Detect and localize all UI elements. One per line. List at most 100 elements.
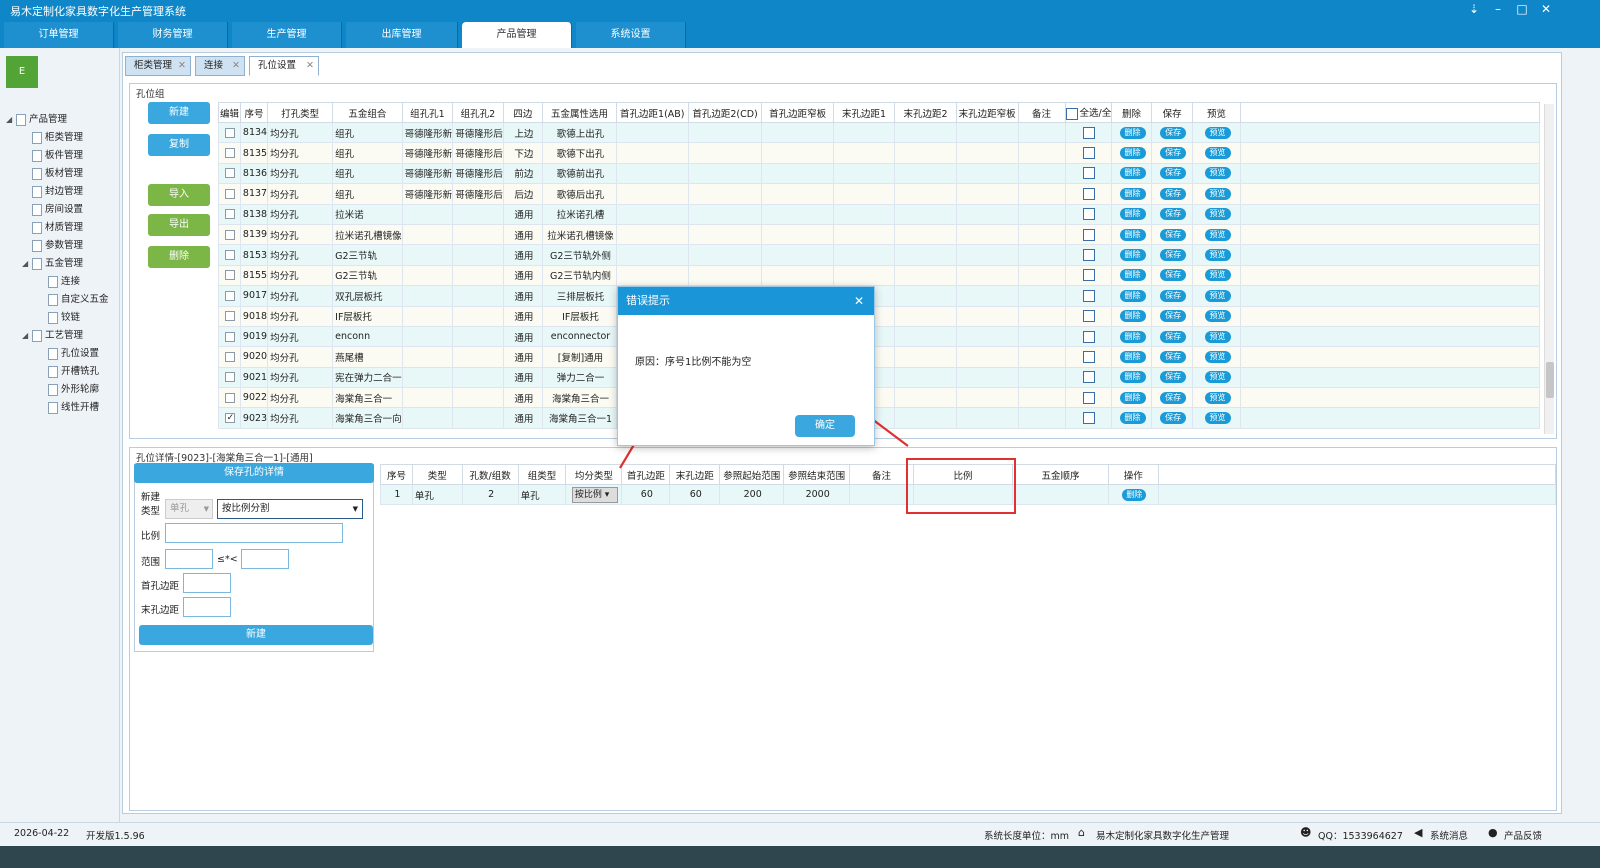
save-row-button[interactable]: 保存	[1160, 310, 1187, 323]
close-tab-icon[interactable]: ✕	[178, 57, 186, 75]
grid-scrollbar[interactable]	[1544, 104, 1554, 434]
row-select-checkbox[interactable]	[1083, 350, 1096, 363]
row-select-checkbox[interactable]	[1083, 208, 1096, 221]
scrollbar-thumb[interactable]	[1546, 362, 1554, 398]
close-tab-icon[interactable]: ✕	[306, 57, 314, 75]
preview-row-button[interactable]: 预览	[1204, 228, 1231, 241]
preview-row-button[interactable]: 预览	[1204, 187, 1231, 200]
maximize-button[interactable]: □	[1512, 2, 1532, 16]
system-messages-link[interactable]: 系统消息	[1430, 828, 1468, 842]
tree-item[interactable]: 封边管理	[22, 184, 83, 200]
tree-item[interactable]: ◢ 工艺管理	[22, 328, 83, 344]
row-select-checkbox[interactable]	[1083, 330, 1096, 343]
delete-row-button[interactable]: 删除	[1119, 249, 1146, 262]
preview-row-button[interactable]: 预览	[1204, 350, 1231, 363]
save-row-button[interactable]: 保存	[1160, 167, 1187, 180]
nav-tab-settings[interactable]: 系统设置	[576, 22, 686, 48]
tree-item[interactable]: 参数管理	[22, 238, 83, 254]
row-select-checkbox[interactable]	[1083, 167, 1096, 180]
save-row-button[interactable]: 保存	[1160, 147, 1187, 160]
delete-button[interactable]: 删除	[148, 246, 210, 268]
tree-item[interactable]: 材质管理	[22, 220, 83, 236]
row-edit-checkbox[interactable]	[225, 148, 236, 159]
save-row-button[interactable]: 保存	[1160, 208, 1187, 221]
tree-item[interactable]: 线性开槽	[38, 400, 99, 416]
hole-type-select[interactable]: 单孔 ▼	[165, 499, 213, 519]
delete-row-button[interactable]: 删除	[1119, 167, 1146, 180]
table-row[interactable]: 9018 均分孔 IF层板托 通用 IF层板托 删除 保存 预览	[218, 305, 1540, 327]
row-select-checkbox[interactable]	[1083, 391, 1096, 404]
table-row[interactable]: ✓ 9023 均分孔 海棠角三合一向 通用 海棠角三合一1 删除 保存 预览	[218, 407, 1540, 429]
table-row[interactable]: 8153 均分孔 G2三节轨 通用 G2三节轨外侧 删除 保存 预览	[218, 244, 1540, 266]
copy-button[interactable]: 复制	[148, 134, 210, 156]
tree-item[interactable]: 连接	[38, 274, 80, 290]
row-select-checkbox[interactable]	[1083, 289, 1096, 302]
table-row[interactable]: 8136 均分孔 组孔 哥德隆形新 哥德隆形后 前边 歌德前出孔 删除 保存 预览	[218, 162, 1540, 185]
table-row[interactable]: 8139 均分孔 拉米诺孔槽镜像 通用 拉米诺孔槽镜像 删除 保存 预览	[218, 223, 1540, 246]
save-row-button[interactable]: 保存	[1160, 228, 1187, 241]
tree-item[interactable]: 孔位设置	[38, 346, 99, 362]
expand-toggle-icon[interactable]: ◢	[22, 328, 32, 344]
nav-tab-production[interactable]: 生产管理	[232, 22, 342, 48]
table-row[interactable]: 8137 均分孔 组孔 哥德隆形新 哥德隆形后 后边 歌德后出孔 删除 保存 预览	[218, 183, 1540, 205]
tree-item[interactable]: 板件管理	[22, 148, 83, 164]
select-all-checkbox[interactable]	[1066, 107, 1078, 120]
close-window-button[interactable]: ✕	[1536, 2, 1556, 16]
delete-row-button[interactable]: 删除	[1119, 310, 1146, 323]
row-edit-checkbox[interactable]	[225, 392, 236, 403]
delete-row-button[interactable]: 删除	[1119, 412, 1146, 425]
row-select-checkbox[interactable]	[1083, 412, 1096, 425]
preview-row-button[interactable]: 预览	[1204, 289, 1231, 302]
preview-row-button[interactable]: 预览	[1204, 310, 1231, 323]
row-edit-checkbox[interactable]	[225, 188, 236, 199]
delete-row-button[interactable]: 删除	[1119, 228, 1146, 241]
row-edit-checkbox[interactable]	[225, 270, 236, 281]
create-hole-button[interactable]: 新建	[139, 625, 373, 645]
row-edit-checkbox[interactable]	[225, 209, 236, 220]
save-row-button[interactable]: 保存	[1160, 412, 1187, 425]
preview-row-button[interactable]: 预览	[1204, 371, 1231, 384]
split-method-select[interactable]: 按比例分割 ▼	[217, 499, 363, 519]
first-margin-input[interactable]	[183, 573, 231, 593]
save-detail-button[interactable]: 保存孔的详情	[134, 463, 374, 483]
nav-tab-outbound[interactable]: 出库管理	[346, 22, 458, 48]
delete-row-button[interactable]: 删除	[1119, 269, 1146, 282]
tree-item[interactable]: 柜类管理	[22, 130, 83, 146]
table-row[interactable]: 8138 均分孔 拉米诺 通用 拉米诺孔槽 删除 保存 预览	[218, 203, 1540, 225]
nav-tab-orders[interactable]: 订单管理	[4, 22, 114, 48]
row-edit-checkbox[interactable]	[225, 229, 236, 240]
close-tab-icon[interactable]: ✕	[232, 57, 240, 75]
delete-row-button[interactable]: 删除	[1119, 371, 1146, 384]
table-row[interactable]: 9017 均分孔 双孔层板托 通用 三排层板托 删除 保存 预览	[218, 285, 1540, 307]
table-row[interactable]: 9020 均分孔 燕尾槽 通用 [复制]通用 删除 保存 预览	[218, 346, 1540, 368]
row-select-checkbox[interactable]	[1083, 147, 1096, 160]
save-row-button[interactable]: 保存	[1160, 330, 1187, 343]
row-edit-checkbox[interactable]: ✓	[225, 413, 236, 424]
ok-button[interactable]: 确定	[795, 415, 855, 437]
delete-row-button[interactable]: 删除	[1119, 147, 1146, 160]
expand-toggle-icon[interactable]: ◢	[6, 112, 16, 128]
row-edit-checkbox[interactable]	[225, 250, 236, 261]
tree-item[interactable]: 自定义五金	[38, 292, 109, 308]
preview-row-button[interactable]: 预览	[1204, 330, 1231, 343]
delete-row-button[interactable]: 删除	[1119, 126, 1146, 139]
row-select-checkbox[interactable]	[1083, 269, 1096, 282]
save-row-button[interactable]: 保存	[1160, 289, 1187, 302]
save-row-button[interactable]: 保存	[1160, 269, 1187, 282]
row-edit-checkbox[interactable]	[225, 127, 236, 138]
delete-row-button[interactable]: 删除	[1119, 289, 1146, 302]
table-row[interactable]: 8134 均分孔 组孔 哥德隆形新 哥德隆形后 上边 歌德上出孔 删除 保存 预览	[218, 121, 1540, 144]
save-row-button[interactable]: 保存	[1160, 126, 1187, 139]
import-button[interactable]: 导入	[148, 184, 210, 206]
save-row-button[interactable]: 保存	[1160, 391, 1187, 404]
preview-row-button[interactable]: 预览	[1204, 126, 1231, 139]
tree-item[interactable]: ◢ 五金管理	[22, 256, 83, 272]
save-row-button[interactable]: 保存	[1160, 249, 1187, 262]
row-select-checkbox[interactable]	[1083, 310, 1096, 323]
preview-row-button[interactable]: 预览	[1204, 249, 1231, 262]
last-margin-input[interactable]	[183, 597, 231, 617]
tree-item[interactable]: 板材管理	[22, 166, 83, 182]
tree-item[interactable]: ◢ 产品管理	[6, 112, 67, 128]
row-edit-checkbox[interactable]	[225, 372, 236, 383]
row-select-checkbox[interactable]	[1083, 126, 1096, 139]
